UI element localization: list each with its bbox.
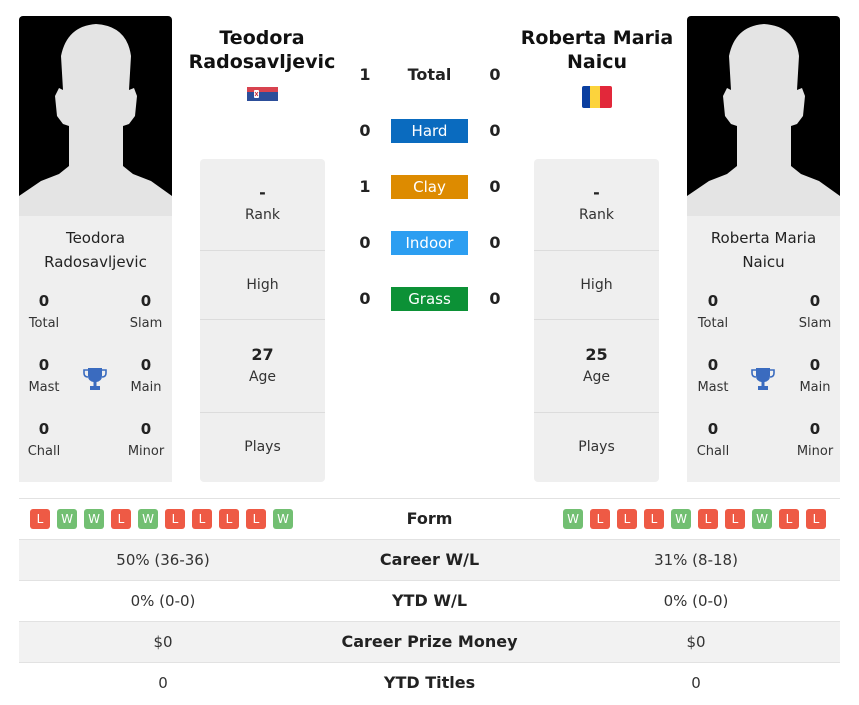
career-wl-row: 50% (36-36) Career W/L 31% (8-18) [19,539,840,580]
player2-titles-chall: 0 Chall [696,420,730,459]
player2-card-name: Roberta Maria Naicu [710,229,817,271]
player2-photo [687,16,840,216]
h2h-total-row: 1 Total 0 [350,63,510,87]
player1-titles-mast: 0 Mast [28,356,60,395]
player2-career-wl: 31% (8-18) [654,551,738,569]
surface-badge-indoor[interactable]: Indoor [391,231,468,255]
h2h-surface-row: 1 Clay 0 [350,175,510,199]
form-loss-badge[interactable]: L [806,509,826,529]
player1-rank: - Rank [200,159,325,251]
player2-age: 25 Age [534,320,659,413]
h2h-surface-row: 0 Grass 0 [350,287,510,311]
form-win-badge[interactable]: W [752,509,772,529]
form-loss-badge[interactable]: L [30,509,50,529]
player2-titles-total: 0 Total [697,292,729,331]
player1-high: High [200,251,325,320]
player1-titles-main: 0 Main [130,356,162,395]
player1-career-wl: 50% (36-36) [116,551,210,569]
player1-titles-minor: 0 Minor [127,420,165,459]
player1-form: LWWLWLLLLW [30,509,293,529]
serbia-flag-icon [247,87,278,101]
trophy-icon [751,368,775,390]
form-loss-badge[interactable]: L [590,509,610,529]
player2-prize-money: $0 [686,633,706,651]
player2-titles-main: 0 Main [799,356,831,395]
form-label: Form [406,509,453,528]
h2h-indoor-p2: 0 [489,233,501,252]
player2-rank: - Rank [534,159,659,251]
trophy-icon [83,368,107,390]
surface-badge-clay[interactable]: Clay [391,175,468,199]
form-win-badge[interactable]: W [138,509,158,529]
surface-badge-hard[interactable]: Hard [391,119,468,143]
prize-money-label: Career Prize Money [341,632,518,651]
player1-titles-slam: 0 Slam [129,292,163,331]
form-loss-badge[interactable]: L [246,509,266,529]
h2h-hard-p2: 0 [489,121,501,140]
player1-card-name: Teodora Radosavljevic [44,229,147,271]
player2-titles-mast: 0 Mast [697,356,729,395]
player1-name-heading[interactable]: Teodora Radosavljevic [177,26,347,74]
form-loss-badge[interactable]: L [644,509,664,529]
form-row: LWWLWLLLLW Form WLLLWLLWLL [19,498,840,539]
player1-ytd-titles: 0 [158,674,168,692]
h2h-clay-p1: 1 [359,177,371,196]
ytd-titles-row: 0 YTD Titles 0 [19,662,840,703]
silhouette-placeholder-icon [19,24,172,216]
form-loss-badge[interactable]: L [779,509,799,529]
form-loss-badge[interactable]: L [617,509,637,529]
player2-ytd-wl: 0% (0-0) [663,592,729,610]
form-win-badge[interactable]: W [671,509,691,529]
ytd-wl-label: YTD W/L [391,591,468,610]
player2-name-heading[interactable]: Roberta Maria Naicu [512,26,682,74]
form-win-badge[interactable]: W [57,509,77,529]
player2-titles-slam: 0 Slam [798,292,832,331]
player2-card: Roberta Maria Naicu 0 Total 0 Slam 0 Mas… [687,216,840,482]
player1-photo [19,16,172,216]
h2h-hard-p1: 0 [359,121,371,140]
romania-flag-icon [582,86,612,108]
h2h-total-p2: 0 [489,65,501,84]
form-loss-badge[interactable]: L [725,509,745,529]
player1-plays: Plays [244,439,281,455]
player2-form: WLLLWLLWLL [563,509,826,529]
player2-high: High [534,251,659,320]
player2-plays: Plays [578,439,615,455]
career-wl-label: Career W/L [379,550,480,569]
form-loss-badge[interactable]: L [219,509,239,529]
h2h-total-label: Total [407,65,452,84]
h2h-clay-p2: 0 [489,177,501,196]
player1-titles-chall: 0 Chall [27,420,61,459]
h2h-surface-row: 0 Indoor 0 [350,231,510,255]
form-loss-badge[interactable]: L [192,509,212,529]
h2h-indoor-p1: 0 [359,233,371,252]
form-win-badge[interactable]: W [563,509,583,529]
player1-age: 27 Age [200,320,325,413]
player2-ytd-titles: 0 [691,674,701,692]
player1-info-panel: - Rank High 27 Age Plays [200,159,325,482]
h2h-total-p1: 1 [359,65,371,84]
form-win-badge[interactable]: W [84,509,104,529]
form-loss-badge[interactable]: L [111,509,131,529]
player1-titles-total: 0 Total [28,292,60,331]
ytd-wl-row: 0% (0-0) YTD W/L 0% (0-0) [19,580,840,621]
h2h-surface-row: 0 Hard 0 [350,119,510,143]
player1-card: Teodora Radosavljevic 0 Total 0 Slam 0 M… [19,216,172,482]
prize-money-row: $0 Career Prize Money $0 [19,621,840,662]
player1-ytd-wl: 0% (0-0) [130,592,196,610]
player2-info-panel: - Rank High 25 Age Plays [534,159,659,482]
surface-badge-grass[interactable]: Grass [391,287,468,311]
form-loss-badge[interactable]: L [698,509,718,529]
player1-prize-money: $0 [153,633,173,651]
ytd-titles-label: YTD Titles [383,673,476,692]
form-win-badge[interactable]: W [273,509,293,529]
silhouette-placeholder-icon [687,24,840,216]
form-loss-badge[interactable]: L [165,509,185,529]
player2-titles-minor: 0 Minor [796,420,834,459]
h2h-grass-p1: 0 [359,289,371,308]
h2h-grass-p2: 0 [489,289,501,308]
